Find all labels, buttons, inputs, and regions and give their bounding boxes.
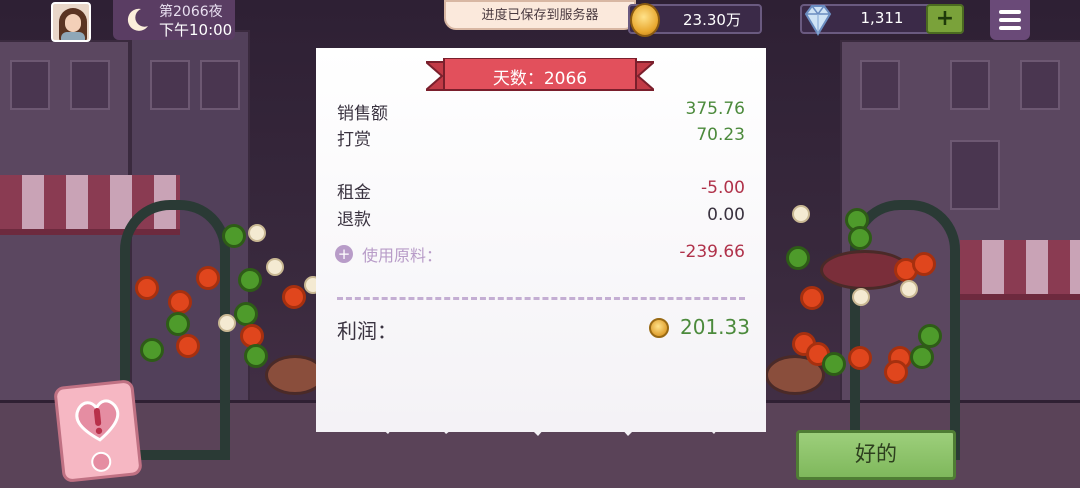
player-avatar[interactable] xyxy=(51,2,91,42)
plus-icon: + xyxy=(935,6,955,31)
alert-heart-icon xyxy=(75,399,120,442)
alert-phone-button[interactable] xyxy=(53,379,143,483)
receipt-torn-edge xyxy=(316,412,766,436)
ingredients-value: -239.66 xyxy=(679,242,745,262)
receipt-divider xyxy=(337,297,745,300)
menu-icon xyxy=(999,10,1021,14)
coin-icon xyxy=(630,3,660,37)
night-counter: 第2066夜 xyxy=(159,4,223,20)
profit-label: 利润： xyxy=(337,319,397,343)
coin-icon xyxy=(649,318,669,338)
gem-amount: 1,311 xyxy=(860,9,904,27)
rent-value: -5.00 xyxy=(701,178,745,198)
moon-icon xyxy=(127,8,148,31)
ok-button[interactable]: 好的 xyxy=(796,430,956,480)
rent-label: 租金 xyxy=(337,183,371,203)
sales-label: 销售额 xyxy=(337,104,388,124)
coin-amount: 23.30万 xyxy=(683,11,741,29)
home-dot xyxy=(90,450,113,473)
refund-label: 退款 xyxy=(337,210,371,230)
refund-value: 0.00 xyxy=(707,205,745,225)
coin-balance: 23.30万 xyxy=(628,3,762,37)
expand-ingredients-icon[interactable]: + xyxy=(335,245,353,263)
add-gems-button[interactable]: + xyxy=(926,4,964,34)
menu-button[interactable] xyxy=(990,0,1030,40)
save-status-toast: 进度已保存到服务器 xyxy=(444,0,636,30)
diamond-icon xyxy=(804,5,832,36)
tips-value: 70.23 xyxy=(696,125,745,145)
ingredients-label[interactable]: 使用原料： xyxy=(362,242,442,266)
day-time-panel: 第2066夜 下午10:00 xyxy=(113,0,235,40)
gem-balance: 1,311 + xyxy=(800,4,964,36)
tips-label: 打赏 xyxy=(337,130,371,150)
day-banner-title: 天数：2066 xyxy=(492,69,588,89)
sales-value: 375.76 xyxy=(685,99,745,119)
clock-time: 下午10:00 xyxy=(159,21,233,39)
profit-value: 201.33 xyxy=(680,315,750,339)
